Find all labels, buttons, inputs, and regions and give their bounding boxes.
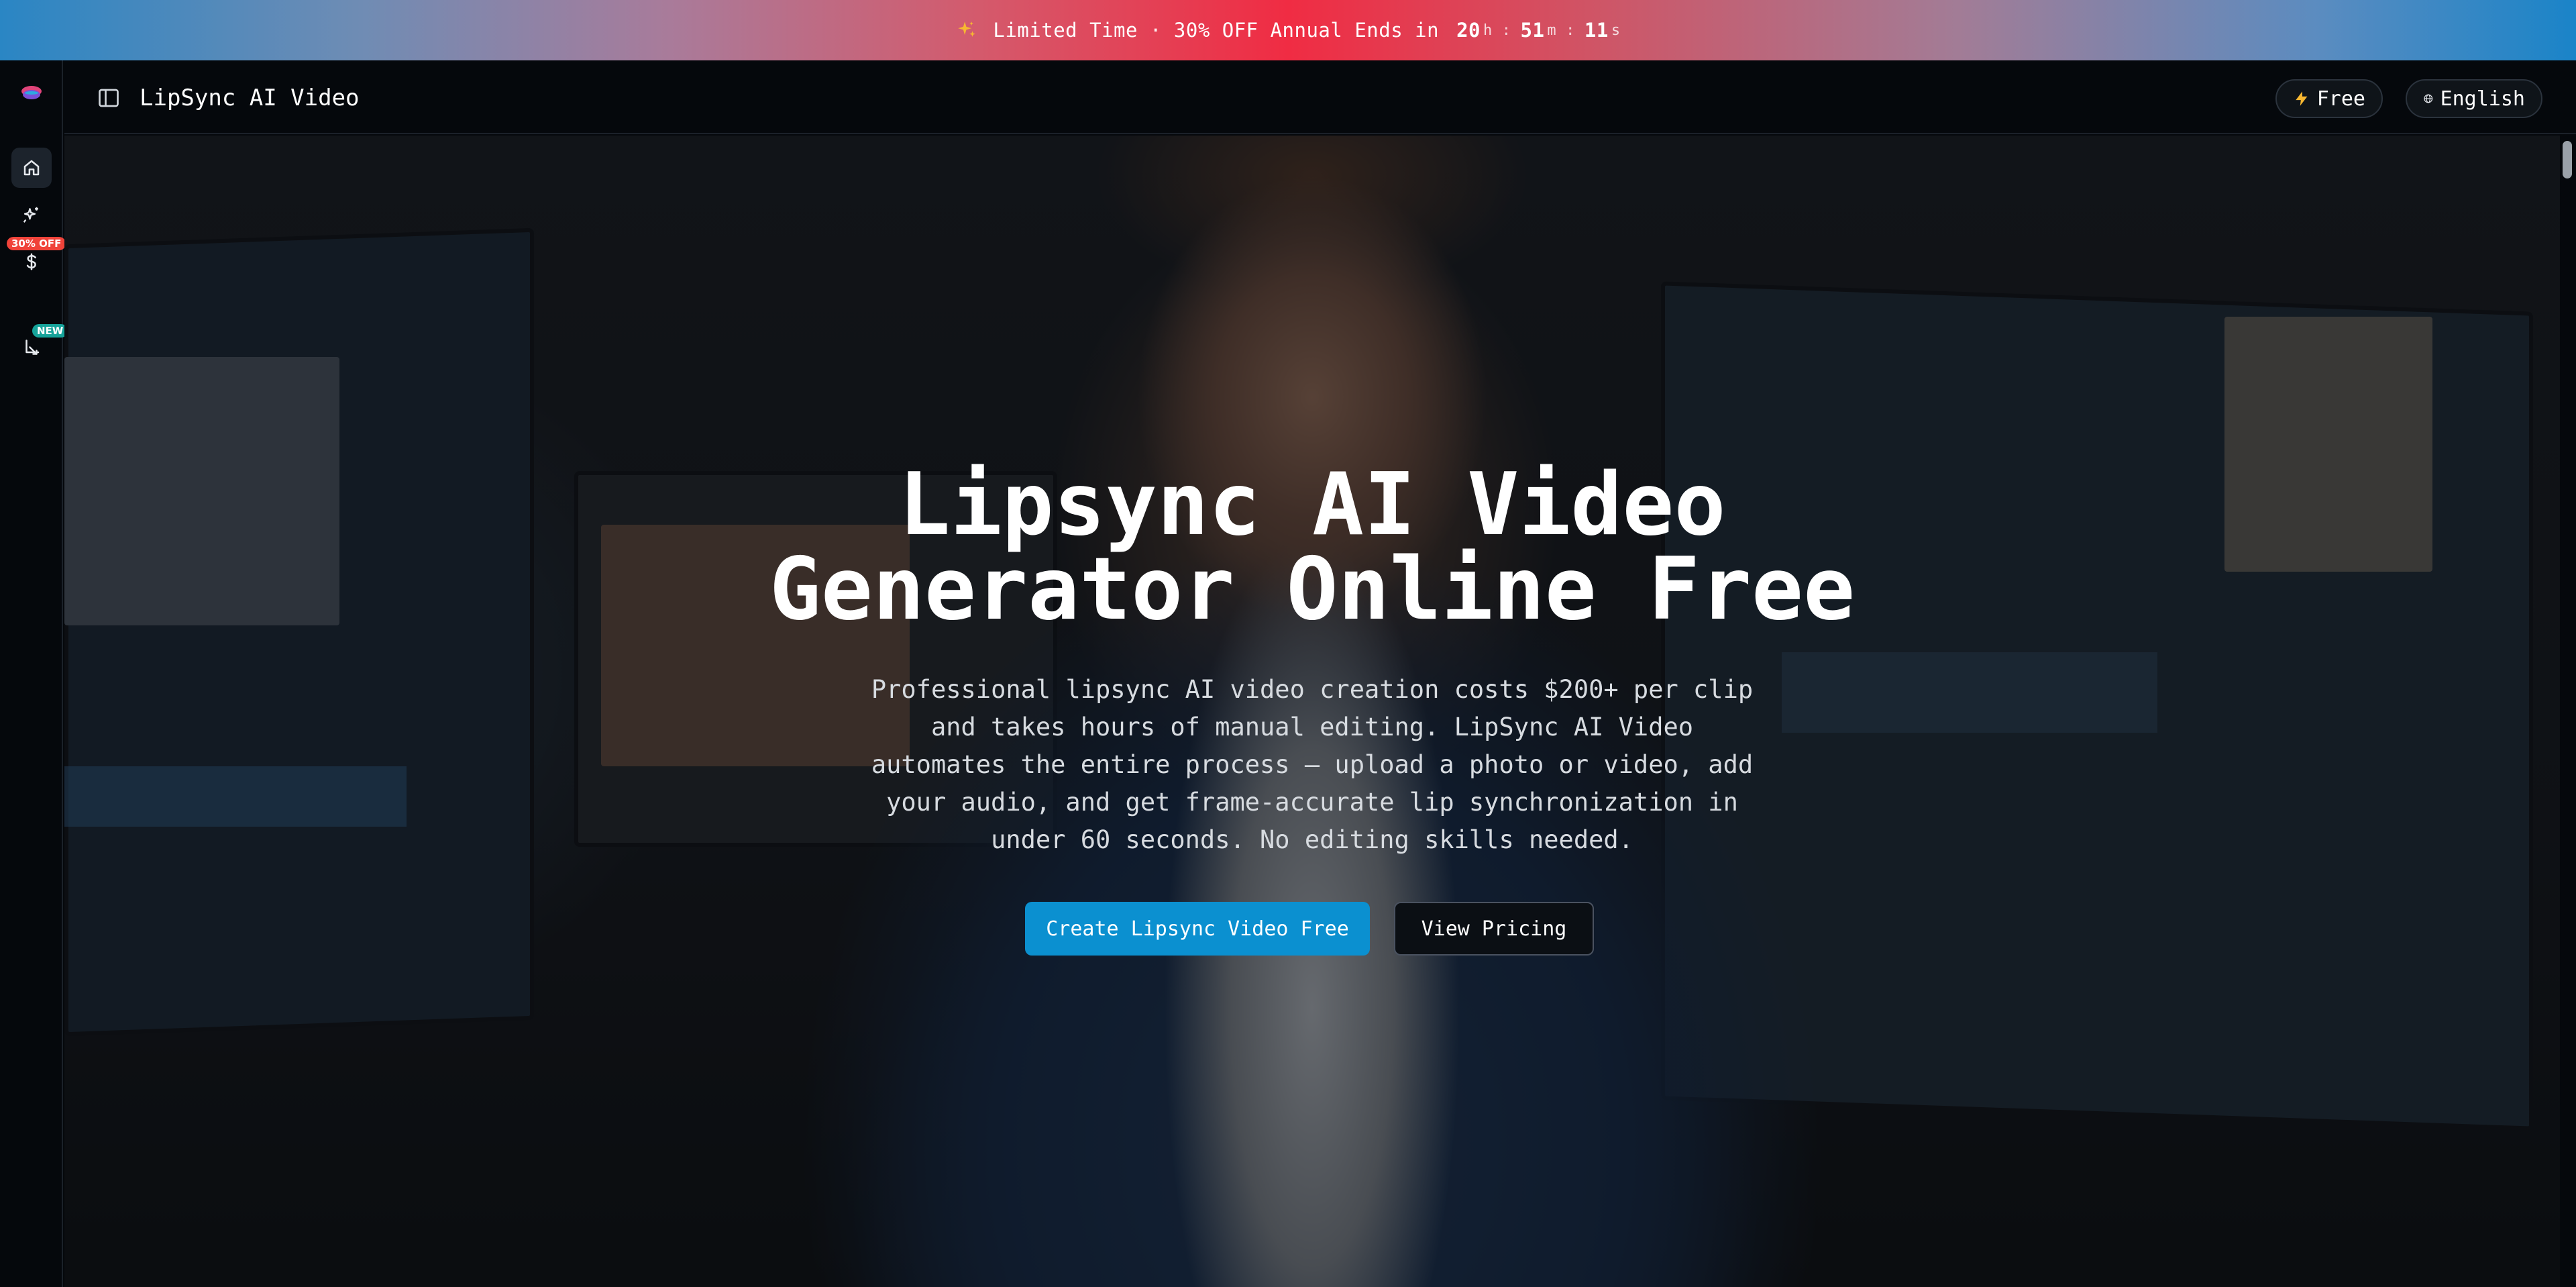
promo-label: Limited Time	[993, 19, 1138, 42]
language-selector[interactable]: English	[2406, 79, 2542, 118]
new-badge: NEW	[32, 324, 68, 338]
home-icon	[23, 160, 40, 176]
promo-banner: Limited Time · 30% OFF Annual Ends in 20…	[0, 0, 2576, 60]
globe-icon	[2424, 94, 2433, 103]
sidebar-toggle-icon	[99, 89, 119, 107]
countdown-hours-unit: h	[1483, 21, 1493, 39]
dollar-icon	[26, 253, 36, 270]
sparkles-icon	[23, 207, 38, 223]
free-plan-button[interactable]: Free	[2275, 79, 2383, 118]
rail-home-button[interactable]	[11, 148, 52, 188]
countdown-minutes: 51	[1520, 19, 1545, 42]
app-title: LipSync AI Video	[140, 85, 360, 111]
top-header: LipSync AI Video Free English	[64, 60, 2576, 134]
hero-title-line: Lipsync AI Video	[898, 455, 1726, 555]
sparkles-icon	[958, 21, 976, 37]
countdown-colon: :	[1566, 21, 1575, 39]
crop-icon	[25, 340, 40, 355]
sidebar-toggle-button[interactable]	[95, 85, 122, 111]
free-label: Free	[2316, 87, 2365, 111]
countdown-colon: :	[1501, 21, 1511, 39]
language-label: English	[2440, 87, 2525, 111]
countdown-hours: 20	[1456, 19, 1481, 42]
discount-badge: 30% OFF	[7, 237, 66, 250]
create-video-button[interactable]: Create Lipsync Video Free	[1025, 902, 1370, 956]
hero-section: Lipsync AI Video Generator Online Free P…	[64, 136, 2560, 1287]
countdown-minutes-unit: m	[1547, 21, 1557, 39]
promo-offer: 30% OFF Annual	[1173, 19, 1343, 42]
countdown-seconds: 11	[1584, 19, 1609, 42]
lips-logo[interactable]	[20, 85, 43, 102]
countdown-seconds-unit: s	[1611, 21, 1621, 39]
hero-title: Lipsync AI Video Generator Online Free	[64, 455, 2560, 639]
lightning-icon	[2296, 91, 2308, 106]
left-rail: 30% OFF NEW	[0, 60, 68, 1287]
promo-separator: ·	[1149, 19, 1162, 42]
scrollbar-thumb[interactable]	[2563, 141, 2572, 178]
hero-description: Professional lipsync AI video creation c…	[871, 675, 1754, 854]
hero-title-line: Generator Online Free	[769, 539, 1856, 639]
promo-ends-label: Ends in	[1354, 19, 1440, 42]
view-pricing-button[interactable]: View Pricing	[1394, 902, 1594, 956]
rail-create-button[interactable]	[11, 195, 52, 235]
